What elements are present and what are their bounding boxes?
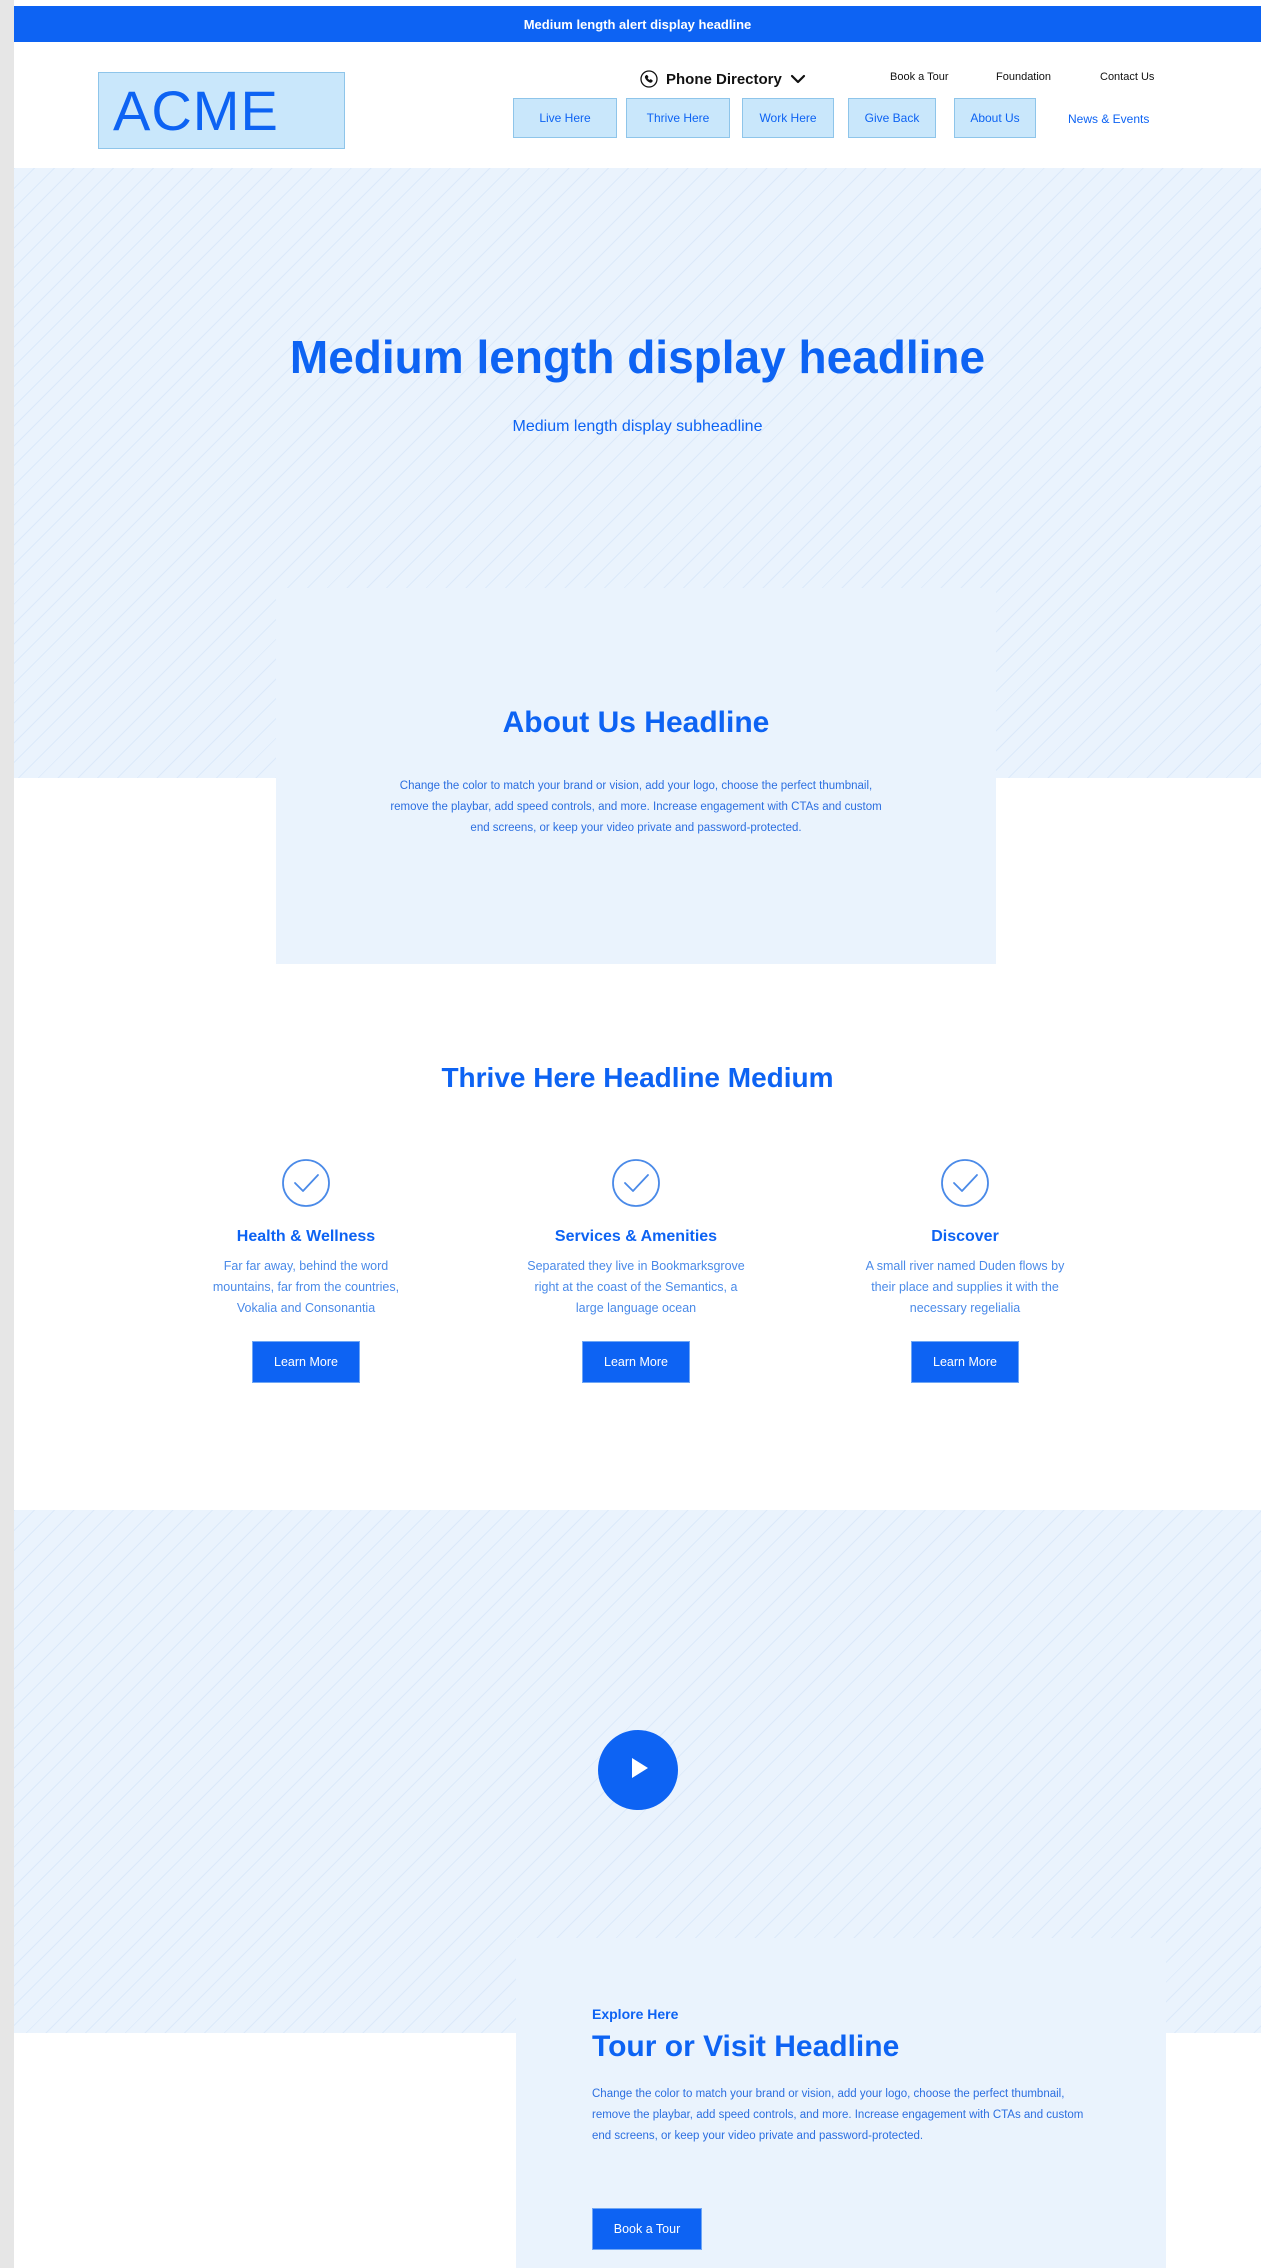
hero-subheadline: Medium length display subheadline: [512, 418, 763, 435]
feature-text: Far far away, behind the word mountains,…: [212, 1259, 400, 1315]
about-card: About Us Headline Change the color to ma…: [276, 588, 996, 964]
tour-eyebrow: Explore Here: [592, 2006, 679, 2022]
learn-more-button[interactable]: Learn More: [582, 1341, 690, 1383]
nav-news-events[interactable]: News & Events: [1068, 112, 1149, 126]
alert-bar: Medium length alert display headline: [14, 6, 1261, 42]
nav-work-here[interactable]: Work Here: [742, 98, 834, 138]
thrive-headline: Thrive Here Headline Medium: [441, 1062, 834, 1093]
feature-health-wellness: Health & Wellness Far far away, behind t…: [176, 1158, 436, 1383]
feature-text: A small river named Duden flows by their…: [865, 1259, 1065, 1315]
book-a-tour-link[interactable]: Book a Tour: [890, 71, 949, 83]
chevron-down-icon: [790, 74, 806, 84]
check-circle-icon: [611, 1158, 661, 1208]
alert-headline: Medium length alert display headline: [523, 16, 752, 32]
nav-thrive-here[interactable]: Thrive Here: [626, 98, 730, 138]
book-a-tour-button[interactable]: Book a Tour: [592, 2208, 702, 2250]
feature-title: Discover: [931, 1228, 999, 1245]
nav-about-us[interactable]: About Us: [954, 98, 1036, 138]
tour-card: Explore Here Tour or Visit Headline Chan…: [516, 1938, 1166, 2268]
about-headline: About Us Headline: [502, 706, 770, 739]
about-body: Change the color to match your brand or …: [390, 780, 882, 834]
check-circle-icon: [281, 1158, 331, 1208]
phone-icon: [640, 70, 658, 88]
tour-headline: Tour or Visit Headline: [592, 2030, 900, 2063]
site-logo[interactable]: ACME: [98, 72, 345, 149]
feature-text: Separated they live in Bookmarksgrove ri…: [527, 1259, 745, 1315]
page: Medium length alert display headline ACM…: [14, 0, 1261, 2268]
nav-give-back[interactable]: Give Back: [848, 98, 936, 138]
feature-title: Services & Amenities: [554, 1228, 718, 1245]
learn-more-button[interactable]: Learn More: [911, 1341, 1019, 1383]
play-icon: [623, 1753, 653, 1788]
logo-text: ACME: [113, 79, 279, 142]
feature-title: Health & Wellness: [236, 1228, 376, 1245]
hero-headline: Medium length display headline: [289, 331, 986, 383]
feature-services-amenities: Services & Amenities Separated they live…: [506, 1158, 766, 1383]
nav-live-here[interactable]: Live Here: [513, 98, 617, 138]
tour-body: Change the color to match your brand or …: [592, 2088, 1084, 2142]
feature-discover: Discover A small river named Duden flows…: [835, 1158, 1095, 1383]
learn-more-button[interactable]: Learn More: [252, 1341, 360, 1383]
phone-directory-dropdown[interactable]: Phone Directory: [640, 66, 806, 92]
left-edge-strip: [0, 0, 14, 2268]
play-button[interactable]: [598, 1730, 678, 1810]
check-circle-icon: [940, 1158, 990, 1208]
contact-us-link[interactable]: Contact Us: [1100, 71, 1154, 83]
foundation-link[interactable]: Foundation: [996, 71, 1051, 83]
phone-directory-label: Phone Directory: [666, 70, 782, 88]
